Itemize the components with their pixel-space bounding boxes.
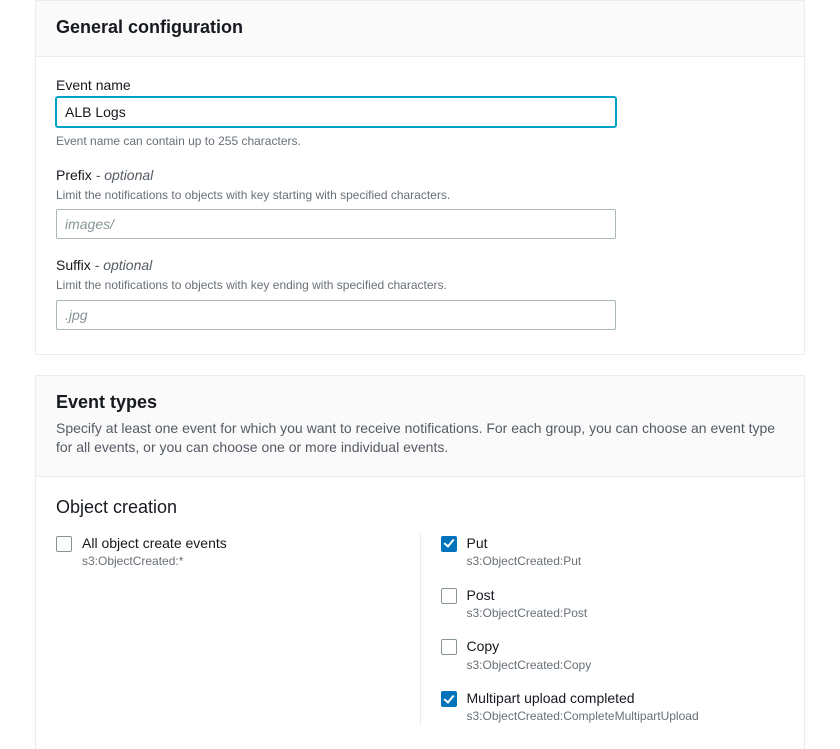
all-object-create-label-group: All object create events s3:ObjectCreate… <box>82 534 227 570</box>
object-create-item-checkbox[interactable] <box>441 691 457 707</box>
object-create-item-label-group: Multipart upload completed s3:ObjectCreat… <box>467 689 699 725</box>
suffix-label-text: Suffix <box>56 257 91 273</box>
event-name-field: Event name Event name can contain up to … <box>56 77 784 149</box>
event-name-input[interactable] <box>56 97 616 127</box>
object-create-item-label-group: Copy s3:ObjectCreated:Copy <box>467 637 592 673</box>
object-create-item-label[interactable]: Copy <box>467 637 592 655</box>
all-object-create-row: All object create events s3:ObjectCreate… <box>56 534 400 570</box>
event-types-title: Event types <box>56 392 784 413</box>
object-create-item-sub: s3:ObjectCreated:Put <box>467 554 582 570</box>
object-creation-options: All object create events s3:ObjectCreate… <box>56 534 784 725</box>
general-config-header: General configuration <box>36 1 804 57</box>
event-types-panel: Event types Specify at least one event f… <box>35 375 805 749</box>
all-object-create-sub: s3:ObjectCreated:* <box>82 554 227 570</box>
object-create-item-sub: s3:ObjectCreated:CompleteMultipartUpload <box>467 709 699 725</box>
object-create-item-sub: s3:ObjectCreated:Copy <box>467 658 592 674</box>
suffix-hint: Limit the notifications to objects with … <box>56 277 784 293</box>
suffix-optional-text: - optional <box>95 257 153 273</box>
event-name-label: Event name <box>56 77 784 93</box>
event-name-hint: Event name can contain up to 255 charact… <box>56 133 784 149</box>
object-create-item-sub: s3:ObjectCreated:Post <box>467 606 588 622</box>
event-types-subtitle: Specify at least one event for which you… <box>56 419 784 458</box>
prefix-hint: Limit the notifications to objects with … <box>56 187 784 203</box>
general-config-panel: General configuration Event name Event n… <box>35 0 805 355</box>
object-create-item-row: Copy s3:ObjectCreated:Copy <box>441 637 785 673</box>
object-create-item-checkbox[interactable] <box>441 588 457 604</box>
object-create-item-row: Post s3:ObjectCreated:Post <box>441 586 785 622</box>
object-create-item-label-group: Post s3:ObjectCreated:Post <box>467 586 588 622</box>
object-create-item-row: Multipart upload completed s3:ObjectCreat… <box>441 689 785 725</box>
prefix-field: Prefix - optional Limit the notification… <box>56 167 784 239</box>
object-creation-heading: Object creation <box>56 497 784 518</box>
general-config-title: General configuration <box>56 17 784 38</box>
object-create-item-label-group: Put s3:ObjectCreated:Put <box>467 534 582 570</box>
prefix-input[interactable] <box>56 209 616 239</box>
all-object-create-label[interactable]: All object create events <box>82 534 227 552</box>
object-create-item-label[interactable]: Put <box>467 534 582 552</box>
event-types-body: Object creation All object create events… <box>36 477 804 749</box>
object-create-item-checkbox[interactable] <box>441 536 457 552</box>
suffix-label: Suffix - optional <box>56 257 784 273</box>
prefix-optional-text: - optional <box>96 167 154 183</box>
event-types-header: Event types Specify at least one event f… <box>36 376 804 477</box>
suffix-field: Suffix - optional Limit the notification… <box>56 257 784 329</box>
object-creation-left-col: All object create events s3:ObjectCreate… <box>56 534 420 725</box>
object-create-item-label[interactable]: Multipart upload completed <box>467 689 699 707</box>
object-create-item-checkbox[interactable] <box>441 639 457 655</box>
prefix-label: Prefix - optional <box>56 167 784 183</box>
suffix-input[interactable] <box>56 300 616 330</box>
object-creation-right-col: Put s3:ObjectCreated:Put Post s3:ObjectCrea… <box>420 534 785 725</box>
all-object-create-checkbox[interactable] <box>56 536 72 552</box>
object-create-item-row: Put s3:ObjectCreated:Put <box>441 534 785 570</box>
object-create-item-label[interactable]: Post <box>467 586 588 604</box>
prefix-label-text: Prefix <box>56 167 92 183</box>
general-config-body: Event name Event name can contain up to … <box>36 57 804 354</box>
